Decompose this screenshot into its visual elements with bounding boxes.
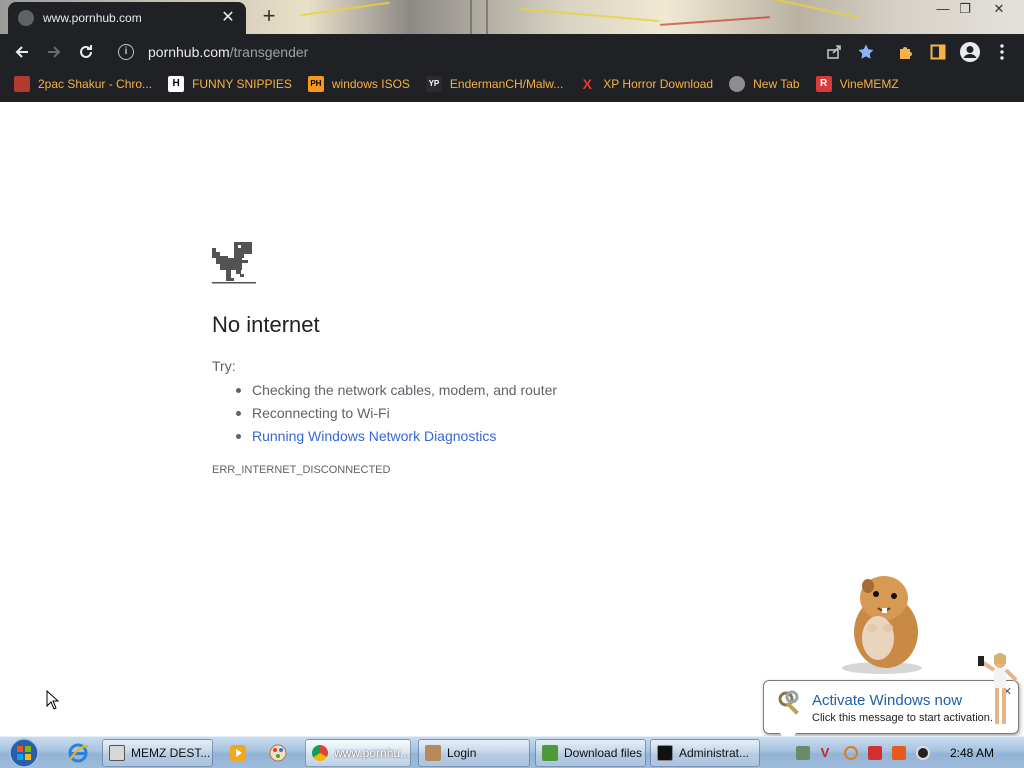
globe-icon	[729, 76, 746, 92]
yp-icon: YP	[425, 76, 442, 92]
bookmark-label: New Tab	[753, 77, 800, 91]
h-letter-icon: H	[168, 76, 185, 92]
bookmark-item[interactable]: 2pac Shakur - Chro...	[14, 76, 152, 92]
new-tab-button[interactable]: +	[258, 5, 280, 28]
taskbar-task-label: MEMZ DEST...	[131, 746, 211, 760]
browser-tab[interactable]: www.pornhub.com ✕	[8, 2, 246, 34]
taskbar-task[interactable]: Login	[418, 739, 530, 767]
error-title: No internet	[212, 312, 320, 337]
bookmark-item[interactable]: PH windows ISOS	[307, 76, 410, 92]
site-info-icon[interactable]: i	[118, 44, 134, 60]
dinosaur-icon[interactable]	[212, 240, 256, 289]
tab-title: www.pornhub.com	[43, 11, 142, 25]
url-host: pornhub.com	[148, 44, 230, 60]
bookmark-label: windows ISOS	[331, 77, 410, 91]
tab-close-icon[interactable]: ✕	[220, 10, 236, 26]
network-diagnostics-link[interactable]: Running Windows Network Diagnostics	[235, 426, 557, 449]
wallpaper-streak	[300, 1, 390, 17]
keys-icon	[776, 689, 806, 724]
bookmark-label: VineMEMZ	[839, 77, 899, 91]
suggestion-item: Reconnecting to Wi-Fi	[235, 403, 557, 426]
login-icon	[425, 745, 441, 761]
bookmark-star-icon[interactable]	[854, 40, 878, 64]
try-label: Try:	[212, 358, 236, 374]
bookmark-label: FUNNY SNIPPIES	[192, 77, 292, 91]
taskbar-task-chrome[interactable]: www.pornhu...	[305, 739, 411, 767]
taskbar-task[interactable]: Administrat...	[650, 739, 760, 767]
taskbar-task-label: www.pornhu...	[334, 746, 410, 760]
wallpaper-streak	[660, 16, 770, 26]
url-text: pornhub.com/transgender	[148, 44, 308, 60]
chrome-icon	[312, 745, 328, 761]
error-code: ERR_INTERNET_DISCONNECTED	[212, 464, 391, 476]
suggestion-item: Checking the network cables, modem, and …	[235, 380, 557, 403]
hamster-image	[838, 568, 930, 681]
restore-button[interactable]: ❐	[950, 0, 980, 20]
tray-network-icon[interactable]	[796, 746, 810, 760]
share-icon[interactable]	[822, 40, 846, 64]
tupac-icon	[14, 76, 30, 92]
activation-text: Click this message to start activation.	[812, 712, 993, 724]
wallpaper-streak	[520, 7, 660, 23]
bookmark-item[interactable]: X XP Horror Download	[579, 76, 714, 92]
taskbar-task[interactable]: Download files	[535, 739, 646, 767]
wallpaper-streak	[760, 0, 860, 19]
dancing-figure-image	[976, 652, 1020, 741]
cmd-icon	[657, 745, 673, 761]
download-icon	[542, 745, 558, 761]
paint-icon[interactable]	[262, 741, 294, 765]
address-bar[interactable]: i pornhub.com/transgender	[110, 38, 882, 66]
profile-avatar-icon[interactable]	[958, 40, 982, 64]
tray-v-icon[interactable]: V	[818, 746, 832, 760]
page-content: No internet Try: Checking the network ca…	[0, 102, 1024, 736]
reload-icon[interactable]	[74, 40, 98, 64]
wallpaper-streak	[470, 0, 472, 34]
tray-volume-icon[interactable]	[916, 746, 930, 760]
tab-favicon-icon	[18, 10, 34, 26]
bookmarks-bar: 2pac Shakur - Chro... H FUNNY SNIPPIES P…	[0, 70, 1024, 98]
extensions-puzzle-icon[interactable]	[894, 40, 918, 64]
close-window-button[interactable]: ✕	[984, 0, 1014, 20]
x-icon: X	[582, 76, 592, 92]
windows-taskbar: MEMZ DEST... www.pornhu... Login Downloa…	[0, 736, 1024, 768]
bookmark-item[interactable]: New Tab	[729, 76, 800, 92]
bookmark-item[interactable]: H FUNNY SNIPPIES	[168, 76, 292, 92]
window-title-bar: www.pornhub.com ✕ + — ❐ ✕	[0, 0, 1024, 34]
taskbar-task[interactable]: MEMZ DEST...	[102, 739, 213, 767]
mouse-cursor-icon	[46, 689, 60, 715]
suggestion-list: Checking the network cables, modem, and …	[235, 380, 557, 449]
memz-icon	[109, 745, 125, 761]
bookmark-label: XP Horror Download	[603, 77, 714, 91]
activation-title: Activate Windows now	[812, 692, 963, 709]
r-icon: R	[815, 76, 832, 92]
internet-explorer-icon[interactable]	[62, 741, 94, 765]
bookmark-item[interactable]: YP EndermanCH/Malw...	[425, 76, 564, 92]
side-panel-icon[interactable]	[926, 40, 950, 64]
tray-search-icon[interactable]	[844, 746, 858, 760]
tray-app-icon[interactable]	[892, 746, 906, 760]
taskbar-task-label: Administrat...	[679, 746, 750, 760]
browser-toolbar: i pornhub.com/transgender	[0, 34, 1024, 70]
start-button[interactable]	[4, 738, 44, 768]
taskbar-clock[interactable]: 2:48 AM	[950, 746, 994, 760]
bookmark-label: EndermanCH/Malw...	[449, 77, 564, 91]
wallpaper-streak	[486, 0, 488, 34]
menu-kebab-icon[interactable]	[990, 40, 1014, 64]
bookmark-item[interactable]: R VineMEMZ	[815, 76, 899, 92]
ph-icon: PH	[307, 76, 324, 92]
taskbar-task-label: Download files	[564, 746, 643, 760]
media-player-icon[interactable]	[222, 741, 254, 765]
back-arrow-icon[interactable]	[10, 40, 34, 64]
forward-arrow-icon[interactable]	[42, 40, 66, 64]
url-path: /transgender	[229, 44, 309, 60]
bookmark-label: 2pac Shakur - Chro...	[38, 77, 153, 91]
taskbar-task-label: Login	[447, 746, 477, 760]
tray-flag-icon[interactable]	[868, 746, 882, 760]
